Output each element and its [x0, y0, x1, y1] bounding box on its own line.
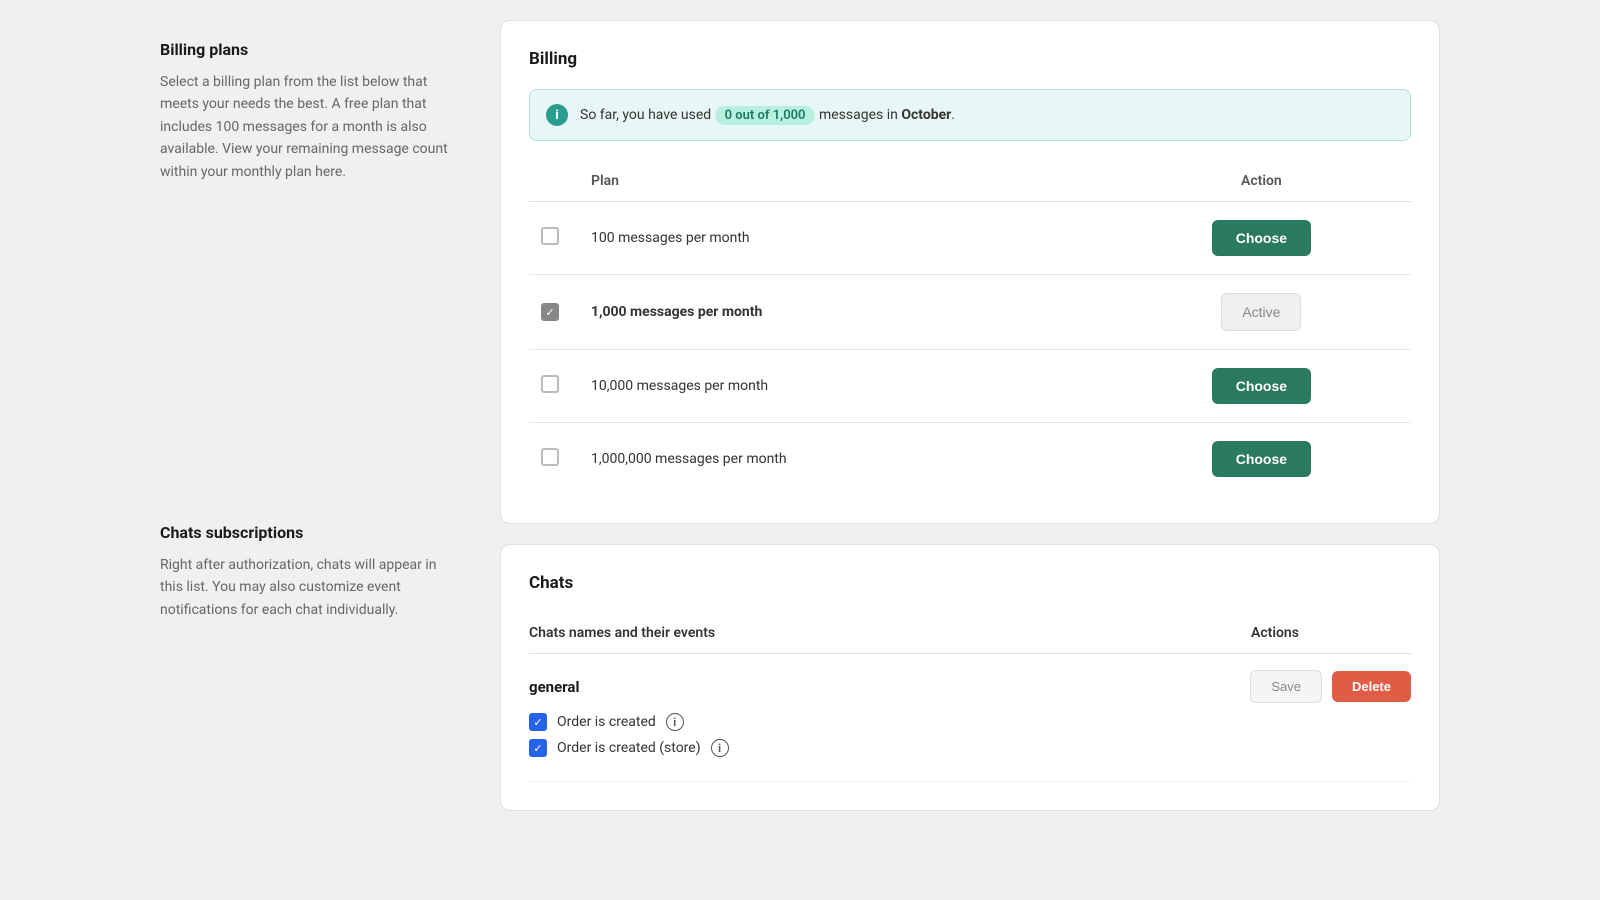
plan-checkbox[interactable] — [541, 227, 559, 245]
chats-table-header: Chats names and their events Actions — [529, 613, 1411, 654]
plan-price: 1,000,000 messages per month — [579, 423, 1112, 496]
event-checkbox[interactable] — [529, 739, 547, 757]
billing-section-title: Billing plans — [160, 40, 460, 59]
col-plan: Plan — [579, 165, 1112, 202]
chat-row-actions: Save Delete — [1250, 670, 1411, 703]
choose-button[interactable]: Choose — [1212, 441, 1311, 477]
plan-row: 10,000 messages per month Choose — [529, 350, 1411, 423]
delete-button[interactable]: Delete — [1332, 671, 1411, 702]
info-icon: i — [546, 104, 568, 126]
choose-button[interactable]: Choose — [1212, 368, 1311, 404]
plan-row: 1,000,000 messages per month Choose — [529, 423, 1411, 496]
event-row: Order is created i — [529, 713, 1411, 731]
usage-banner: i So far, you have used 0 out of 1,000 m… — [529, 89, 1411, 141]
chat-name: general — [529, 678, 579, 696]
choose-button[interactable]: Choose — [1212, 220, 1311, 256]
plan-checkbox[interactable] — [541, 375, 559, 393]
plan-action-cell: Choose — [1112, 350, 1411, 423]
plan-checkbox[interactable] — [541, 303, 559, 321]
plans-table: Plan Action 100 messages per month Choose… — [529, 165, 1411, 495]
event-info-icon[interactable]: i — [711, 739, 729, 757]
plan-checkbox[interactable] — [541, 448, 559, 466]
chat-row: generalSaveDeleteOrder is creatediOrder … — [529, 654, 1411, 782]
chat-row-header: general Save Delete — [529, 670, 1411, 703]
chats-section-desc: Right after authorization, chats will ap… — [160, 554, 460, 621]
plan-row: 100 messages per month Choose — [529, 202, 1411, 275]
chats-card-title: Chats — [529, 573, 1411, 593]
billing-card-title: Billing — [529, 49, 1411, 69]
plan-action-cell: Choose — [1112, 423, 1411, 496]
usage-badge: 0 out of 1,000 — [715, 106, 816, 125]
billing-section-desc: Select a billing plan from the list belo… — [160, 71, 460, 183]
plan-action-cell: Active — [1112, 275, 1411, 350]
chats-header-label: Chats names and their events — [529, 625, 1251, 641]
billing-card: Billing i So far, you have used 0 out of… — [500, 20, 1440, 524]
active-button: Active — [1221, 293, 1301, 331]
usage-text: So far, you have used 0 out of 1,000 mes… — [580, 106, 955, 125]
chats-section-title: Chats subscriptions — [160, 523, 460, 542]
actions-header-label: Actions — [1251, 625, 1411, 641]
chats-card: Chats Chats names and their events Actio… — [500, 544, 1440, 811]
save-button[interactable]: Save — [1250, 670, 1322, 703]
event-label: Order is created (store) — [557, 740, 701, 756]
plan-action-cell: Choose — [1112, 202, 1411, 275]
event-info-icon[interactable]: i — [666, 713, 684, 731]
plan-price: 10,000 messages per month — [579, 350, 1112, 423]
plan-price: 100 messages per month — [579, 202, 1112, 275]
plan-row: 1,000 messages per month Active — [529, 275, 1411, 350]
event-row: Order is created (store) i — [529, 739, 1411, 757]
col-action: Action — [1112, 165, 1411, 202]
event-label: Order is created — [557, 714, 656, 730]
event-checkbox[interactable] — [529, 713, 547, 731]
plan-price: 1,000 messages per month — [579, 275, 1112, 350]
